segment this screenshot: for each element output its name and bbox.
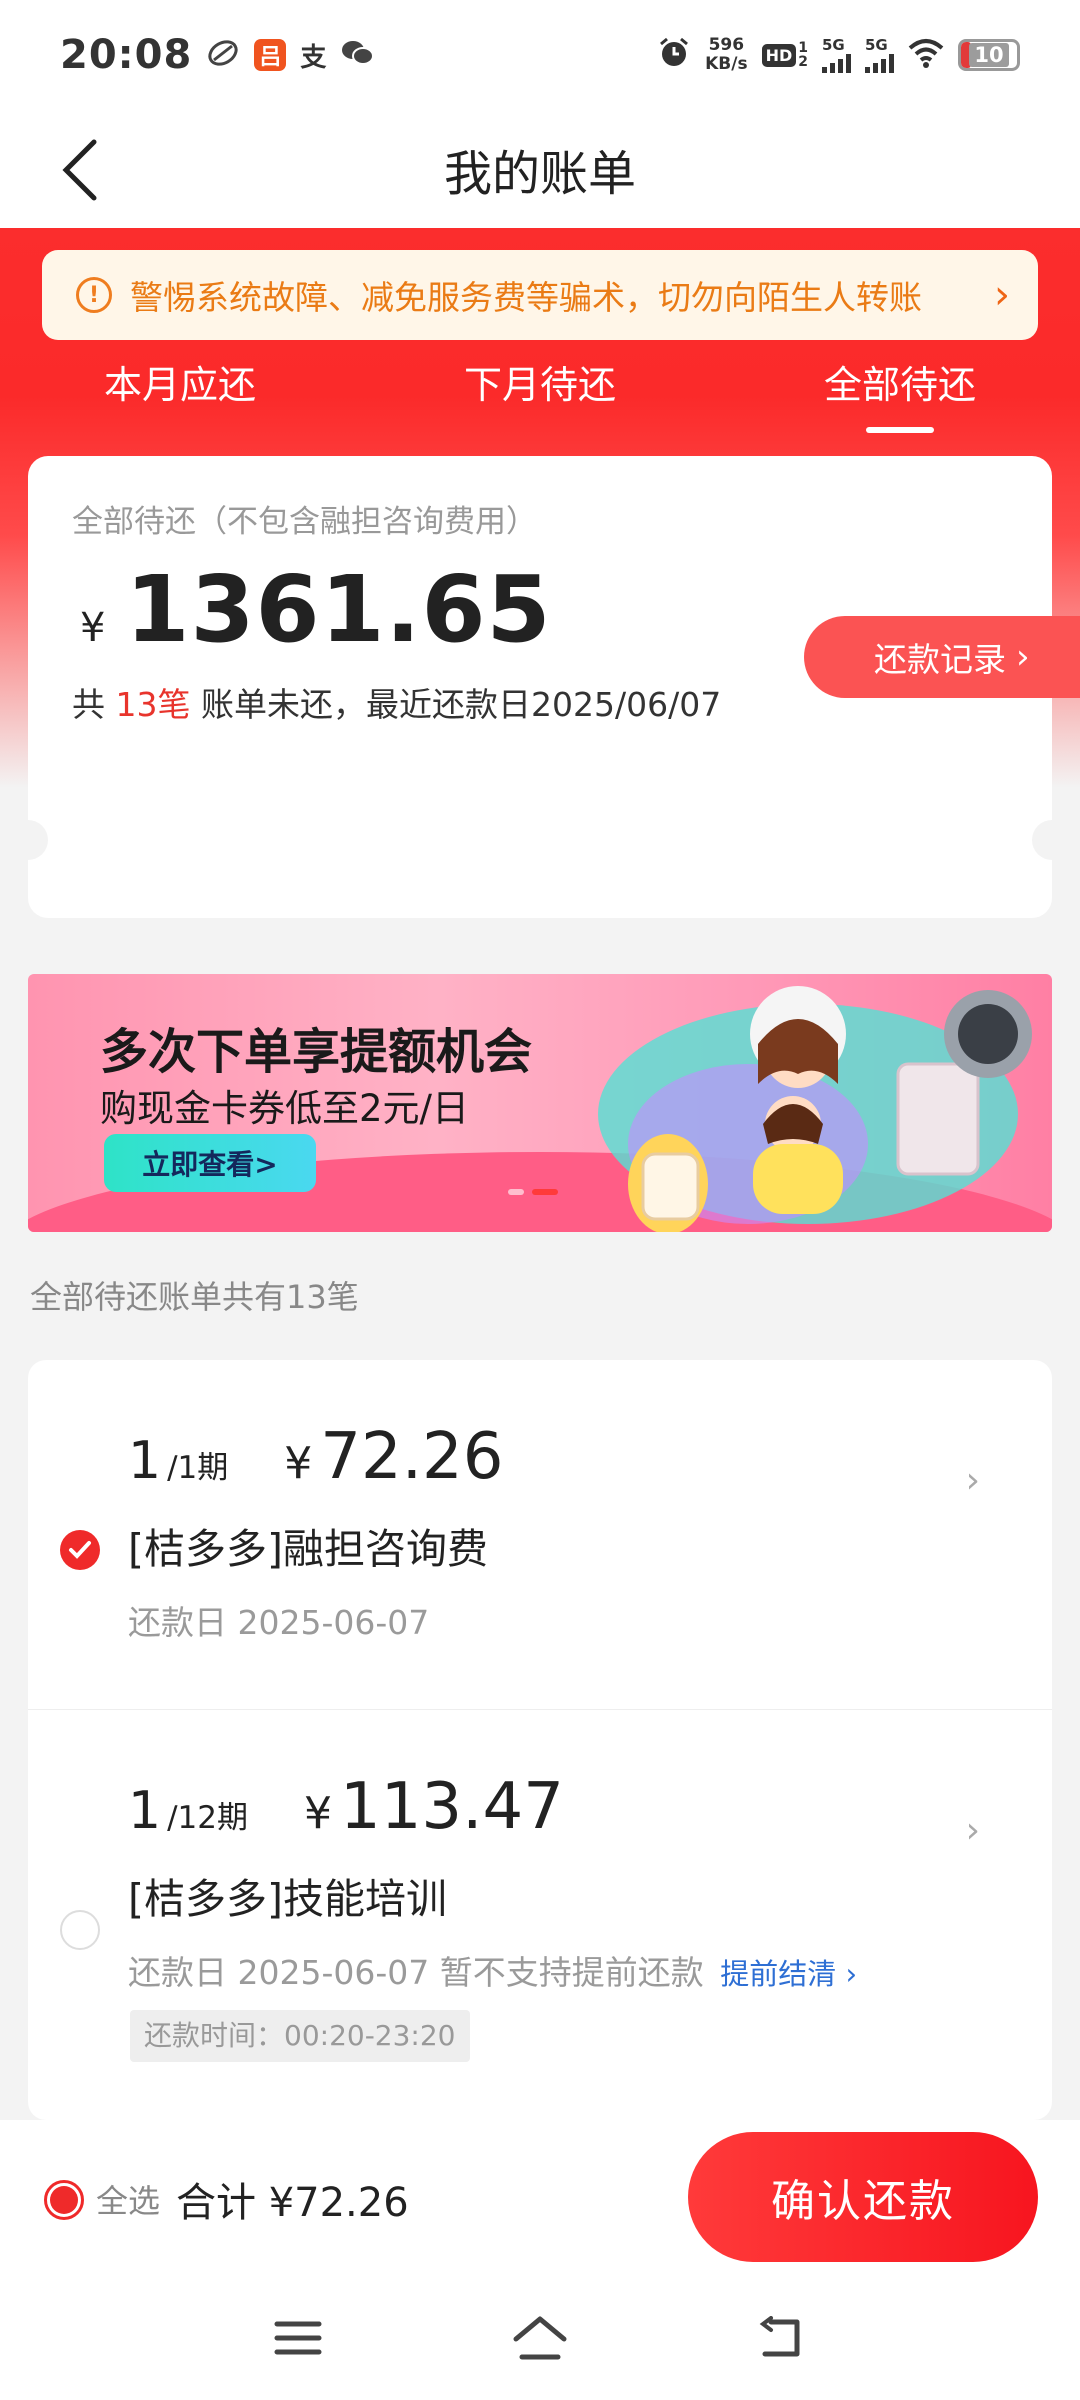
wifi-icon	[908, 38, 944, 72]
card-notch-right	[1032, 820, 1072, 860]
tab-this-month[interactable]: 本月应还	[0, 345, 360, 435]
nav-bar: 我的账单	[0, 110, 1080, 228]
bill-name: [桔多多]技能培训	[128, 1875, 447, 1923]
back-button[interactable]	[40, 130, 120, 210]
confirm-repay-button[interactable]: 确认还款	[688, 2132, 1038, 2262]
chevron-right-icon: ›	[965, 1810, 980, 1851]
early-settle-link[interactable]: 提前结清 ›	[720, 1957, 857, 1991]
signal-icon-2: 5G	[865, 37, 894, 73]
chevron-right-icon: ›	[965, 1460, 980, 1501]
status-bar: 20:08 吕 支 596 KB/s HD 1 2 5G 5G 10	[0, 0, 1080, 110]
wechat-icon	[340, 39, 375, 71]
tab-all-pending[interactable]: 全部待还	[720, 345, 1080, 435]
banner-illustration	[598, 986, 1032, 1232]
currency-symbol: ¥	[80, 605, 106, 651]
bill-period-amount: 1 /12期 ¥ 113.47	[128, 1770, 564, 1844]
notification-icons: 吕 支	[206, 37, 375, 74]
system-nav-bar	[0, 2280, 1080, 2400]
app-badge-icon: 吕	[254, 39, 287, 71]
leaf-app-icon	[206, 38, 240, 72]
summary-info: 共 13笔 账单未还，最近还款日2025/06/07	[72, 685, 722, 724]
list-item[interactable]: 1 /12期 ¥ 113.47 [桔多多]技能培训 还款日 2025-06-07…	[28, 1710, 1052, 2120]
alarm-icon	[657, 36, 691, 74]
bill-due-date: 还款日 2025-06-07 暂不支持提前还款 提前结清 ›	[128, 1953, 858, 1992]
back-nav-icon[interactable]	[757, 2316, 807, 2364]
select-all-label[interactable]: 全选	[96, 2176, 160, 2222]
repayment-record-button[interactable]: 还款记录 ›	[804, 616, 1080, 698]
total-pending-amount: 1361.65	[125, 556, 552, 663]
tab-next-month[interactable]: 下月待还	[360, 345, 720, 435]
card-notch-left	[8, 820, 48, 860]
alipay-icon: 支	[300, 42, 327, 73]
bill-name: [桔多多]融担咨询费	[128, 1525, 488, 1573]
hd-icon: HD 1 2	[761, 41, 808, 69]
bill-tabs: 本月应还 下月待还 全部待还	[0, 345, 1080, 435]
list-caption: 全部待还账单共有13笔	[30, 1278, 359, 1316]
chevron-right-icon: ›	[1016, 637, 1030, 677]
banner-subtitle: 购现金卡券低至2元/日	[100, 1087, 470, 1130]
status-time: 20:08	[60, 32, 193, 78]
system-indicators: 596 KB/s HD 1 2 5G 5G 10	[657, 36, 1020, 74]
bill-due-date: 还款日 2025-06-07	[128, 1603, 430, 1642]
summary-label: 全部待还（不包含融担咨询费用）	[72, 504, 537, 540]
summary-amount: ¥ 1361.65	[80, 556, 551, 663]
bill-amount: 113.47	[339, 1770, 564, 1844]
promo-banner[interactable]: 多次下单享提额机会 购现金卡券低至2元/日 立即查看>	[28, 974, 1052, 1232]
repayment-time-tag: 还款时间：00:20-23:20	[130, 2010, 470, 2062]
battery-icon: 10	[958, 39, 1020, 71]
bottom-action-bar: 全选 合计 ¥72.26 确认还款	[0, 2120, 1080, 2280]
chevron-left-icon	[62, 139, 97, 201]
notice-text: 警惕系统故障、减免服务费等骗术，切勿向陌生人转账	[130, 278, 922, 317]
select-all-checkbox[interactable]	[44, 2180, 84, 2220]
banner-title: 多次下单享提额机会	[100, 1024, 533, 1080]
bill-amount: 72.26	[320, 1420, 504, 1494]
bill-count: 13笔	[115, 685, 191, 724]
bill-list: 1 /1期 ¥ 72.26 [桔多多]融担咨询费 还款日 2025-06-07 …	[28, 1360, 1052, 2120]
fraud-warning-notice[interactable]: ! 警惕系统故障、减免服务费等骗术，切勿向陌生人转账 ›	[42, 250, 1038, 340]
signal-icon-1: 5G	[822, 37, 851, 73]
bill-period-amount: 1 /1期 ¥ 72.26	[128, 1420, 504, 1494]
menu-icon[interactable]	[273, 2318, 323, 2362]
check-icon	[69, 1541, 91, 1559]
page-title: 我的账单	[443, 146, 636, 202]
home-icon[interactable]	[510, 2313, 570, 2367]
checkbox-checked[interactable]	[60, 1530, 100, 1570]
banner-indicator	[508, 1189, 558, 1195]
chevron-right-icon: ›	[994, 272, 1010, 318]
warning-icon: !	[76, 277, 112, 313]
net-speed: 596 KB/s	[705, 35, 748, 74]
list-item[interactable]: 1 /1期 ¥ 72.26 [桔多多]融担咨询费 还款日 2025-06-07 …	[28, 1360, 1052, 1710]
checkbox-unchecked[interactable]	[60, 1910, 100, 1950]
banner-view-button[interactable]: 立即查看>	[104, 1134, 316, 1192]
total-amount: 合计 ¥72.26	[176, 2180, 409, 2226]
